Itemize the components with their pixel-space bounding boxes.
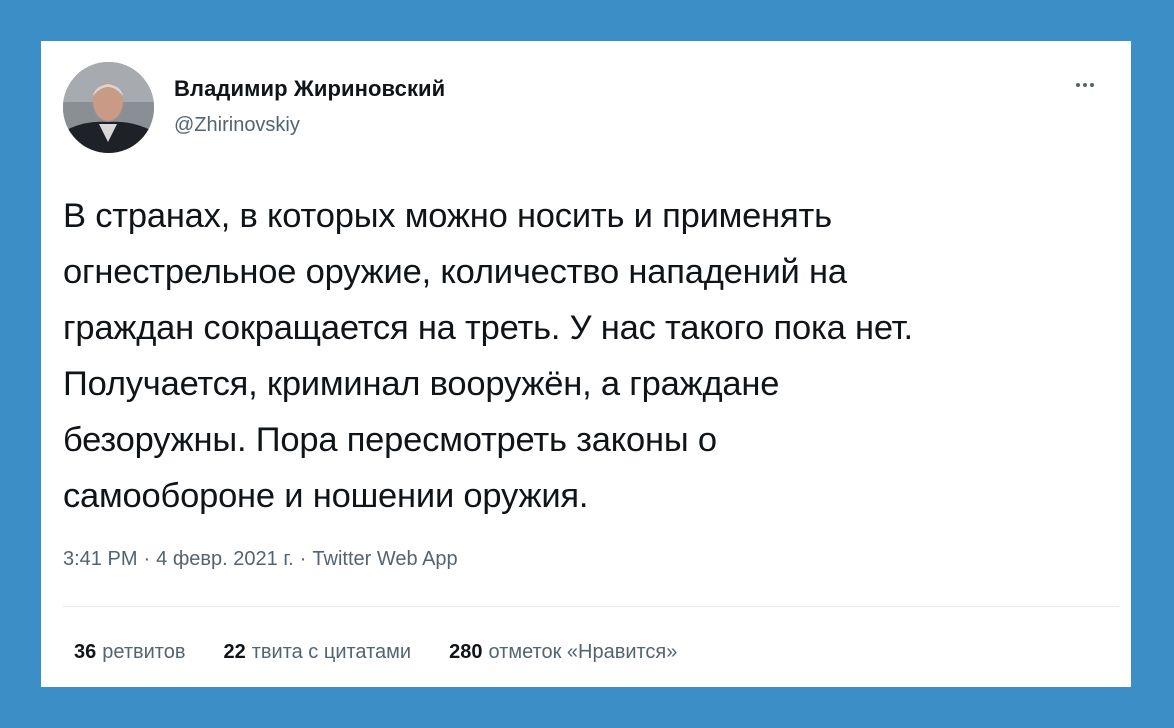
tweet-time[interactable]: 3:41 PM: [63, 548, 137, 570]
tweet-source-app[interactable]: Twitter Web App: [312, 548, 457, 570]
meta-separator: ·: [299, 548, 307, 570]
likes-stat[interactable]: 280 отметок «Нравится»: [449, 641, 677, 664]
tweet-card: Владимир Жириновский @Zhirinovskiy В стр…: [41, 41, 1131, 687]
author-handle[interactable]: @Zhirinovskiy: [174, 114, 300, 137]
meta-separator: ·: [143, 548, 151, 570]
dot: [1090, 83, 1094, 87]
quotes-stat[interactable]: 22 твита с цитатами: [223, 641, 411, 664]
profile-photo-icon: [63, 62, 154, 153]
divider: [63, 606, 1119, 607]
tweet-metadata: 3:41 PM · 4 февр. 2021 г. · Twitter Web App: [63, 548, 458, 571]
retweets-stat[interactable]: 36 ретвитов: [74, 641, 185, 664]
avatar[interactable]: [63, 62, 154, 153]
tweet-date[interactable]: 4 февр. 2021 г.: [156, 548, 294, 570]
dot: [1076, 83, 1080, 87]
likes-count: 280: [449, 641, 483, 663]
quotes-count: 22: [223, 641, 246, 663]
more-options-icon[interactable]: [1067, 73, 1103, 97]
retweets-count: 36: [74, 641, 97, 663]
dot: [1083, 83, 1087, 87]
author-display-name[interactable]: Владимир Жириновский: [174, 76, 445, 102]
engagement-stats: 36 ретвитов 22 твита с цитатами 280 отметок…: [74, 641, 677, 664]
likes-label: отметок «Нравится»: [488, 641, 678, 663]
quotes-label: твита с цитатами: [251, 641, 412, 663]
retweets-label: ретвитов: [102, 641, 186, 663]
tweet-text: В странах, в которых можно носить и прим…: [63, 197, 913, 515]
